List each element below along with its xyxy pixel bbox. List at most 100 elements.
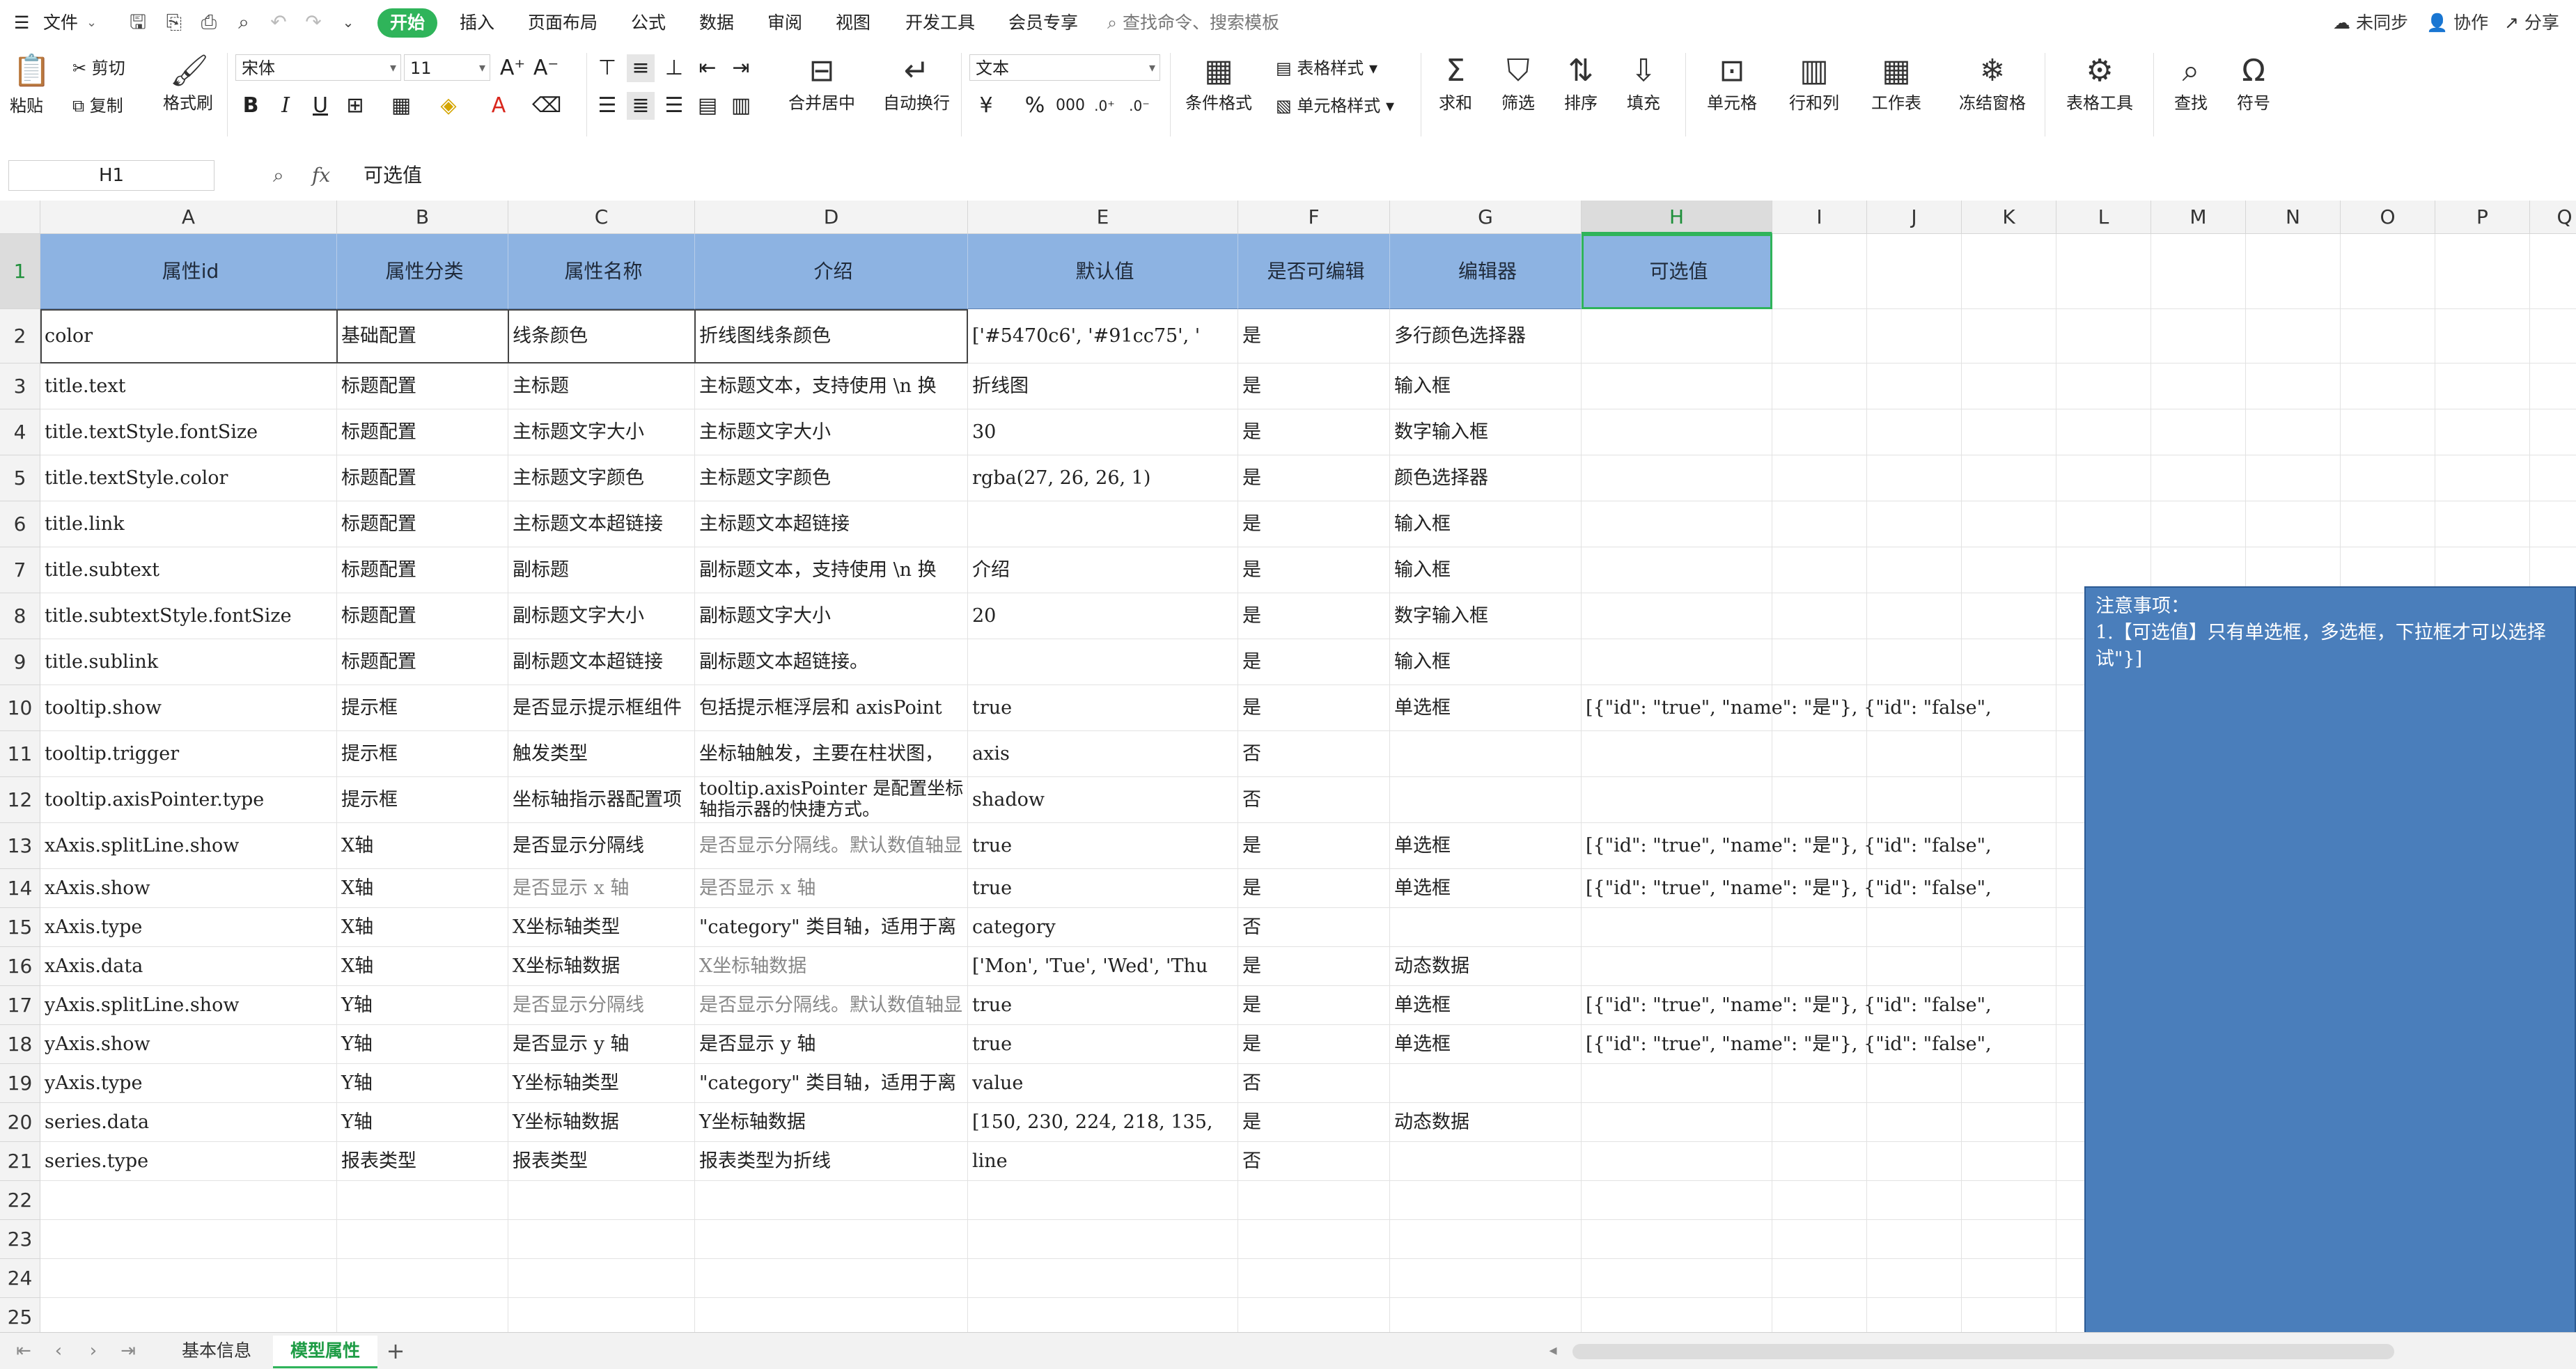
table-cell[interactable] [508, 1298, 695, 1332]
table-cell[interactable] [1582, 777, 1772, 823]
table-cell[interactable]: ['Mon', 'Tue', 'Wed', 'Thu [968, 947, 1238, 986]
table-cell[interactable] [1772, 501, 1867, 547]
currency-icon[interactable]: ¥ [972, 92, 1000, 120]
align-middle-icon[interactable]: ≡ [627, 54, 655, 82]
table-cell[interactable]: 坐标轴指示器配置项 [508, 777, 695, 823]
table-cell[interactable]: 触发类型 [508, 731, 695, 777]
table-cell[interactable] [1867, 409, 1962, 455]
increase-decimal-icon[interactable]: .0⁺ [1091, 92, 1118, 120]
table-cell[interactable]: Y轴 [337, 1025, 508, 1064]
row-header[interactable]: 12 [0, 777, 40, 823]
table-cell[interactable]: X轴 [337, 908, 508, 947]
row-header[interactable]: 23 [0, 1220, 40, 1259]
table-cell[interactable] [1962, 547, 2056, 593]
table-cell[interactable] [2246, 455, 2341, 501]
table-cell[interactable]: Y坐标轴类型 [508, 1064, 695, 1103]
table-cell[interactable] [2530, 501, 2576, 547]
table-style-button[interactable]: ▤ 表格样式 ▾ [1276, 54, 1377, 82]
font-size-select[interactable]: 11 ▾ [404, 54, 490, 81]
header-cell[interactable]: 可选值 [1582, 234, 1772, 309]
table-cell[interactable]: X轴 [337, 947, 508, 986]
column-header[interactable]: M [2151, 201, 2246, 234]
indent-decrease-icon[interactable]: ⇤ [694, 54, 721, 82]
thousands-icon[interactable]: 000 [1056, 92, 1085, 120]
table-cell[interactable] [1867, 363, 1962, 409]
table-cell[interactable] [2246, 309, 2341, 363]
table-cell[interactable]: 是否显示分隔线。默认数值轴显 [695, 986, 968, 1025]
table-cell[interactable]: 是 [1238, 1103, 1390, 1142]
table-cell[interactable] [1962, 1064, 2056, 1103]
align-right-icon[interactable]: ☰ [660, 92, 688, 120]
table-cell[interactable] [337, 1181, 508, 1220]
table-cell[interactable] [2056, 309, 2151, 363]
table-cell[interactable]: [{"id": "true", "name": "是"}, {"id": "fa… [1582, 685, 1992, 731]
table-cell[interactable]: 否 [1238, 777, 1390, 823]
row-header[interactable]: 4 [0, 409, 40, 455]
fill-style-icon[interactable]: ▦ [387, 92, 415, 120]
table-cell[interactable] [1582, 1181, 1772, 1220]
table-cell[interactable]: 是否显示分隔线 [508, 986, 695, 1025]
table-cell[interactable] [2341, 501, 2435, 547]
table-cell[interactable]: yAxis.splitLine.show [40, 986, 337, 1025]
chevron-down-icon[interactable]: ⌄ [86, 8, 97, 38]
font-color-icon[interactable]: A [485, 92, 513, 120]
table-cell[interactable] [2151, 501, 2246, 547]
undo-icon[interactable]: ↶ [266, 10, 291, 35]
table-cell[interactable]: tooltip.axisPointer 是配置坐标轴指示器的快捷方式。 [695, 777, 968, 823]
column-header[interactable]: Q [2530, 201, 2576, 234]
select-all-corner[interactable] [0, 201, 40, 234]
table-cell[interactable]: 是 [1238, 501, 1390, 547]
table-cell[interactable]: X坐标轴数据 [508, 947, 695, 986]
table-cell[interactable]: [{"id": "true", "name": "是"}, {"id": "fa… [1582, 869, 1992, 908]
row-col-button[interactable]: ▥ 行和列 [1776, 53, 1852, 114]
table-cell[interactable]: 是 [1238, 869, 1390, 908]
find-button[interactable]: ⌕ 查找 [2163, 53, 2219, 114]
table-cell[interactable] [1390, 908, 1582, 947]
table-cell[interactable] [1962, 639, 2056, 685]
table-cell[interactable] [1867, 1259, 1962, 1298]
cut-button[interactable]: ✂ 剪切 [72, 54, 125, 82]
paste-button[interactable]: 📋 [10, 53, 52, 89]
table-cell[interactable] [1772, 409, 1867, 455]
table-cell[interactable] [2151, 309, 2246, 363]
table-cell[interactable] [1867, 947, 1962, 986]
table-cell[interactable] [337, 1220, 508, 1259]
table-cell[interactable] [40, 1298, 337, 1332]
justify-icon[interactable]: ▤ [694, 92, 721, 120]
table-cell[interactable]: 标题配置 [337, 547, 508, 593]
table-cell[interactable]: yAxis.show [40, 1025, 337, 1064]
table-cell[interactable]: 提示框 [337, 777, 508, 823]
header-cell[interactable] [2530, 234, 2576, 309]
table-cell[interactable]: yAxis.type [40, 1064, 337, 1103]
table-cell[interactable]: 是否显示 x 轴 [508, 869, 695, 908]
table-cell[interactable]: series.type [40, 1142, 337, 1181]
table-cell[interactable] [1867, 1064, 1962, 1103]
table-cell[interactable] [1772, 947, 1867, 986]
table-cell[interactable]: 报表类型为折线 [695, 1142, 968, 1181]
table-cell[interactable]: 副标题文本超链接。 [695, 639, 968, 685]
table-cell[interactable]: Y轴 [337, 1103, 508, 1142]
header-cell[interactable] [2341, 234, 2435, 309]
table-cell[interactable] [1962, 363, 2056, 409]
share-button[interactable]: ↗ 分享 [2504, 10, 2559, 36]
table-cell[interactable]: true [968, 986, 1238, 1025]
table-cell[interactable] [695, 1298, 968, 1332]
table-cell[interactable]: 主标题文字颜色 [508, 455, 695, 501]
freeze-panes-button[interactable]: ❄ 冻结窗格 [1947, 53, 2038, 114]
table-cell[interactable] [1390, 1298, 1582, 1332]
table-cell[interactable]: X轴 [337, 823, 508, 869]
column-header[interactable]: P [2435, 201, 2530, 234]
table-cell[interactable] [1582, 593, 1772, 639]
table-cell[interactable] [337, 1259, 508, 1298]
table-cell[interactable] [1582, 947, 1772, 986]
row-header[interactable]: 7 [0, 547, 40, 593]
table-cell[interactable]: rgba(27, 26, 26, 1) [968, 455, 1238, 501]
horizontal-scrollbar[interactable] [1572, 1344, 2394, 1359]
table-cell[interactable]: 单选框 [1390, 823, 1582, 869]
last-sheet-icon[interactable]: ⇥ [114, 1337, 142, 1365]
table-cell[interactable] [1582, 501, 1772, 547]
header-cell[interactable]: 属性分类 [337, 234, 508, 309]
header-cell[interactable]: 编辑器 [1390, 234, 1582, 309]
table-cell[interactable] [1867, 1298, 1962, 1332]
cell-button[interactable]: ⊡ 单元格 [1694, 53, 1770, 114]
